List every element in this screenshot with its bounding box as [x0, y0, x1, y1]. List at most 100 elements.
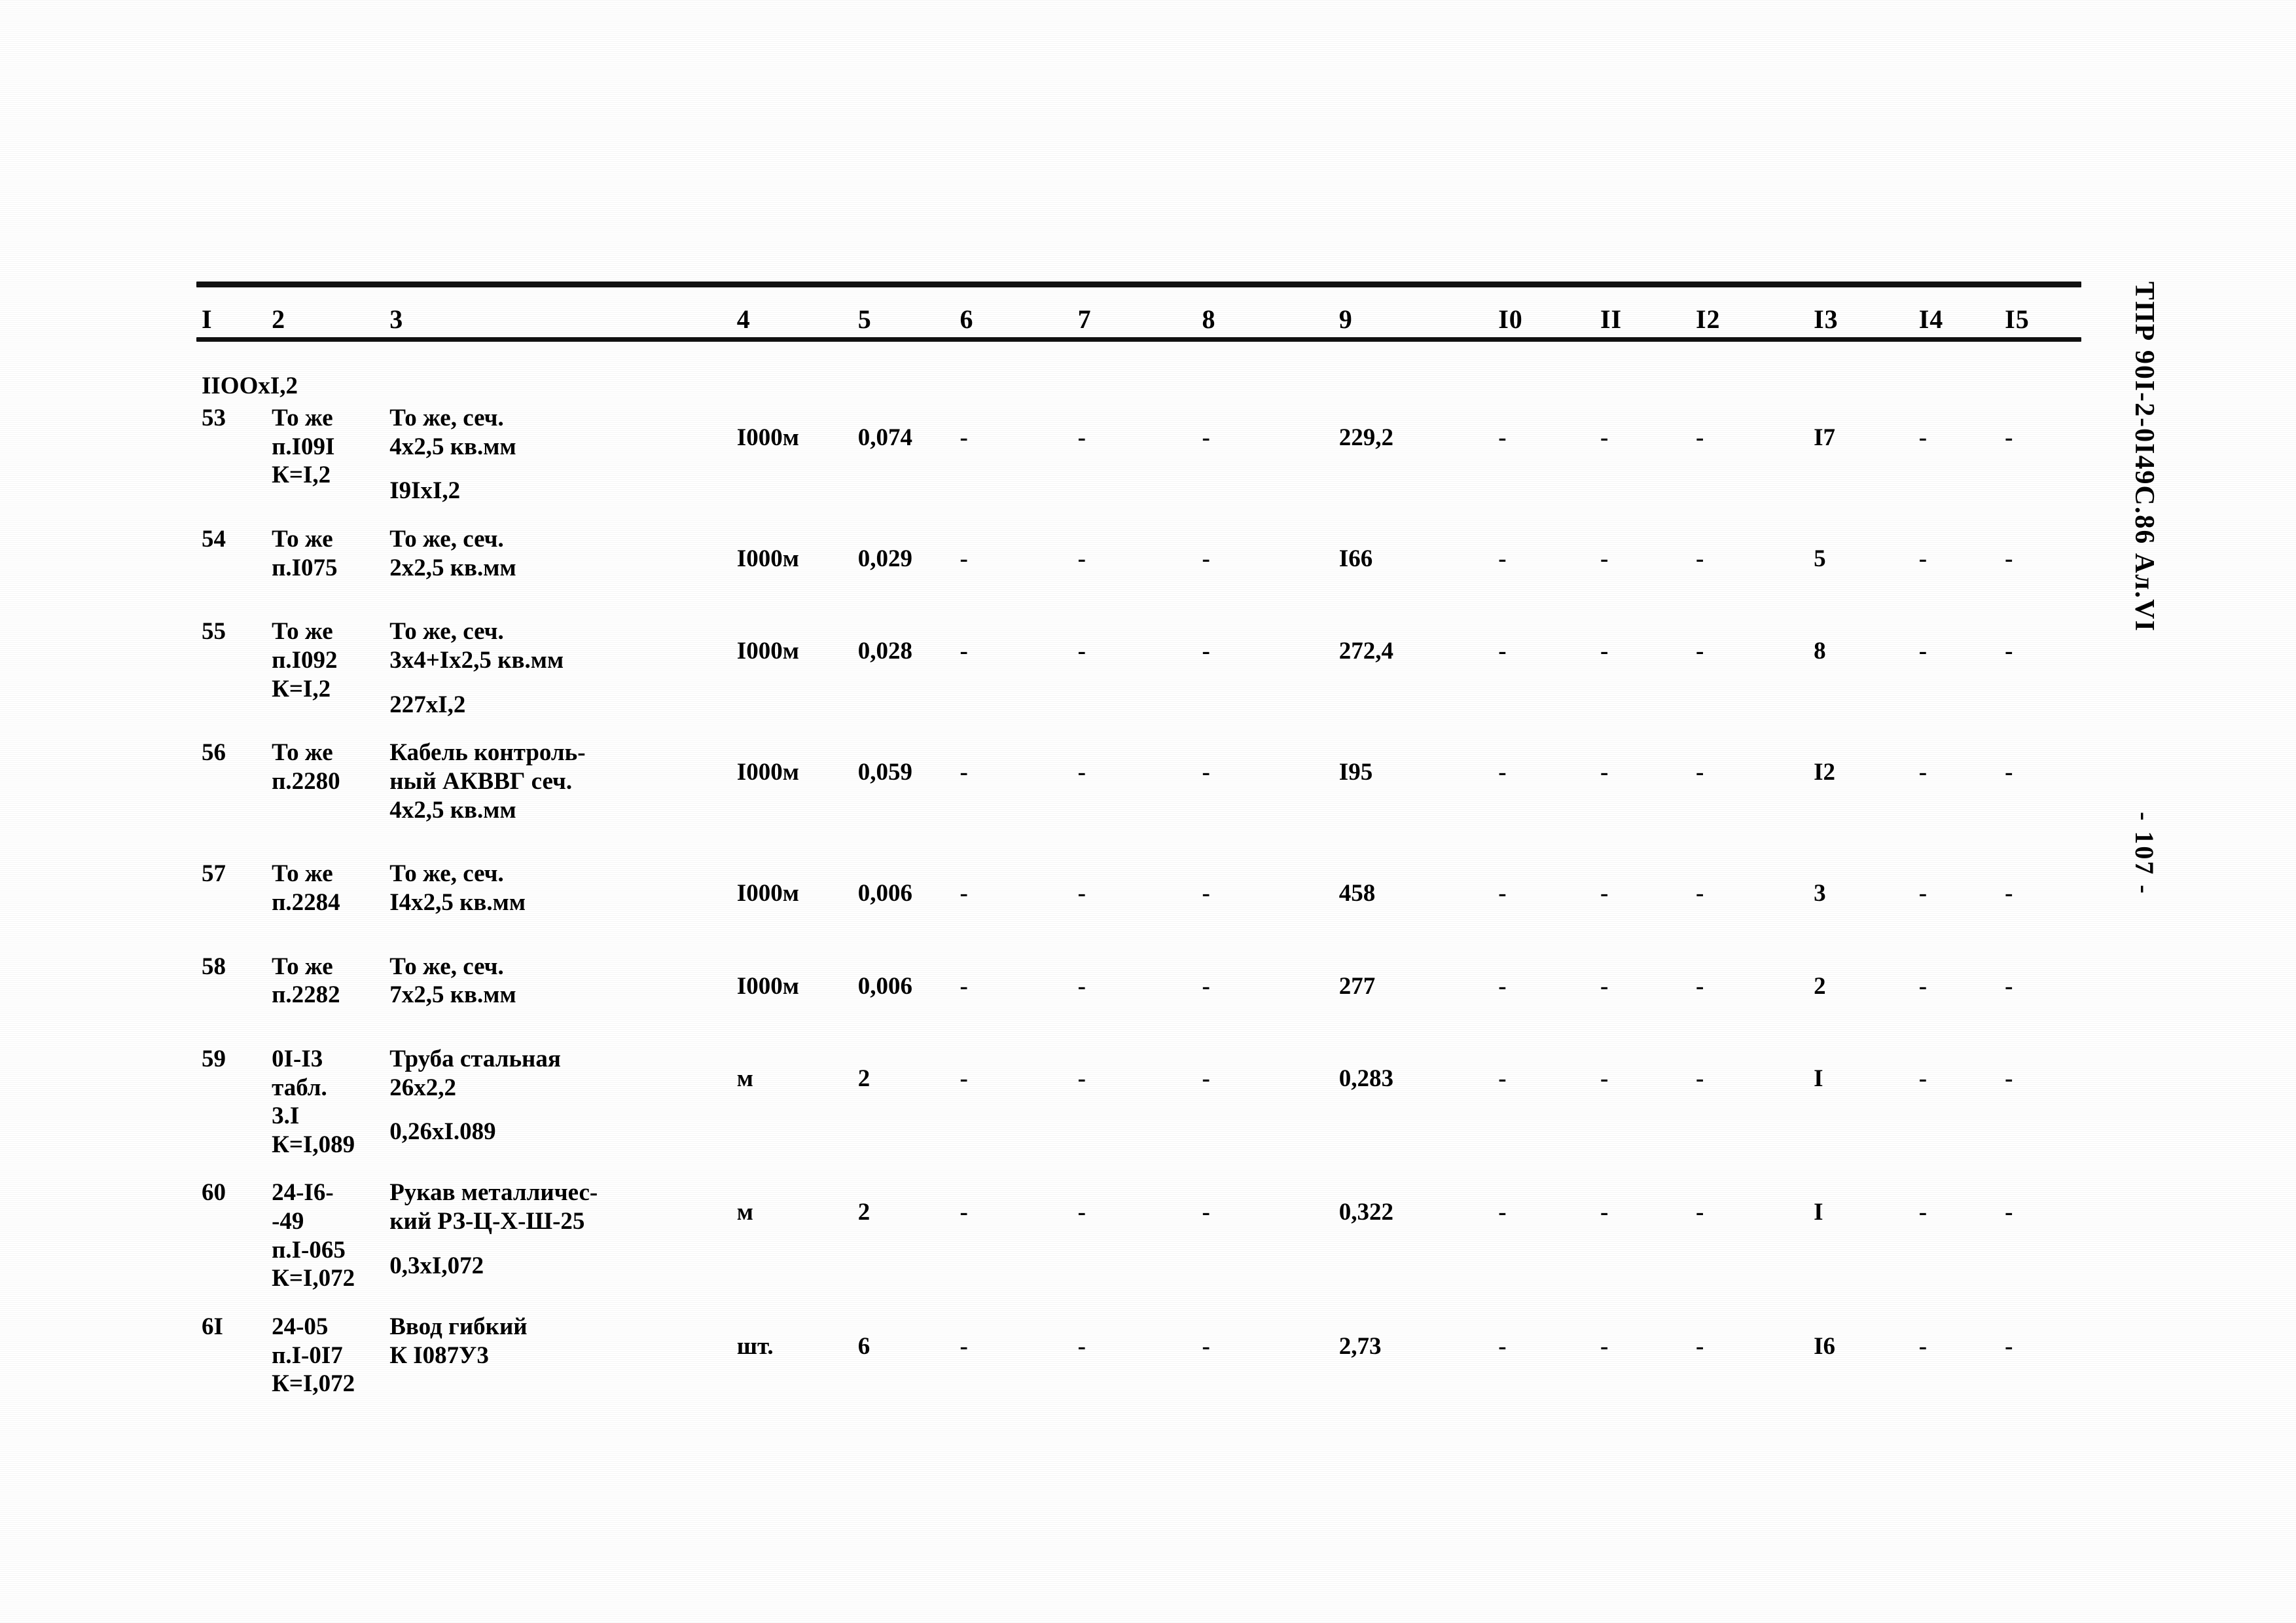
row-value-14: -	[1918, 880, 1928, 907]
row-value-14: -	[1918, 545, 1928, 572]
row-value-6: -	[960, 424, 968, 451]
row-value-8: -	[1202, 1333, 1210, 1360]
column-header-7: 7	[1077, 304, 1092, 334]
row-justification: 24-05 п.I-0I7 К=I,072	[272, 1313, 355, 1398]
row-description: То же, сеч. 3х4+Iх2,5 кв.мм 227хI,2	[389, 617, 737, 719]
row-justification: То же п.I092 К=I,2	[272, 618, 338, 702]
row-value-9: I95	[1338, 759, 1373, 786]
row-value-14: -	[1918, 638, 1928, 665]
row-value-5: 6	[857, 1333, 870, 1360]
row-unit: I000м	[736, 880, 799, 907]
row-description-main: Кабель контроль- ный АКВВГ сеч. 4х2,5 кв…	[389, 739, 586, 824]
column-header-5: 5	[857, 304, 872, 334]
row-value-10: -	[1498, 880, 1507, 907]
row-value-15: -	[2005, 545, 2013, 572]
table-row: 59 0I-I3 табл. 3.I К=I,089 Труба стальна…	[196, 1045, 2081, 1159]
column-header-2: 2	[272, 304, 286, 334]
row-index: 59	[202, 1045, 226, 1072]
row-value-11: -	[1600, 545, 1609, 572]
row-description-main: Рукав металличес- кий РЗ-Ц-Х-Ш-25	[389, 1179, 598, 1235]
row-value-7: -	[1077, 759, 1086, 786]
row-value-9: 229,2	[1338, 424, 1394, 451]
row-value-11: -	[1600, 880, 1609, 907]
row-value-14: -	[1918, 1199, 1928, 1226]
row-value-12: -	[1695, 1065, 1704, 1092]
column-header-9: 9	[1338, 304, 1353, 334]
table-row: 53 То же п.I09I К=I,2 То же, сеч. 4х2,5 …	[196, 404, 2081, 505]
row-description: То же, сеч. 2х2,5 кв.мм	[389, 525, 737, 598]
row-value-8: -	[1202, 638, 1210, 665]
row-value-13: I6	[1814, 1333, 1835, 1360]
row-value-15: -	[2005, 880, 2013, 907]
row-value-12: -	[1695, 424, 1704, 451]
row-value-7: -	[1077, 1199, 1086, 1226]
row-description-sub: 227хI,2	[389, 691, 466, 718]
row-description-sub: 0,26хI.089	[389, 1118, 496, 1146]
row-value-8: -	[1202, 545, 1210, 572]
continued-fragment-text: IIООхI,2	[202, 373, 298, 399]
row-unit: I000м	[736, 759, 799, 786]
row-value-7: -	[1077, 424, 1086, 451]
row-unit: I000м	[736, 424, 799, 451]
row-description-main: То же, сеч. 3х4+Iх2,5 кв.мм	[389, 618, 564, 674]
row-value-13: I	[1814, 1065, 1823, 1092]
row-description: То же, сеч. 4х2,5 кв.мм I9IхI,2	[389, 404, 737, 505]
row-value-10: -	[1498, 1199, 1507, 1226]
row-description-main: То же, сеч. I4х2,5 кв.мм	[389, 860, 526, 916]
row-value-12: -	[1695, 1333, 1704, 1360]
row-value-7: -	[1077, 1333, 1086, 1360]
row-value-9: 272,4	[1338, 638, 1394, 665]
row-value-9: 2,73	[1338, 1333, 1382, 1360]
row-value-5: 2	[857, 1199, 870, 1226]
row-value-8: -	[1202, 424, 1210, 451]
row-value-8: -	[1202, 972, 1210, 1000]
row-description: Рукав металличес- кий РЗ-Ц-Х-Ш-25 0,3хI,0…	[389, 1178, 737, 1280]
row-description-main: То же, сеч. 2х2,5 кв.мм	[389, 525, 516, 581]
column-header-13: I3	[1814, 304, 1839, 334]
column-header-14: I4	[1918, 304, 1944, 334]
row-value-10: -	[1498, 972, 1507, 1000]
row-value-13: 2	[1814, 972, 1826, 1000]
row-value-6: -	[960, 545, 968, 572]
row-unit: I000м	[736, 638, 799, 665]
row-value-12: -	[1695, 1199, 1704, 1226]
row-value-6: -	[960, 972, 968, 1000]
row-justification: То же п.I075	[272, 525, 338, 581]
row-value-6: -	[960, 880, 968, 907]
row-value-6: -	[960, 759, 968, 786]
row-value-15: -	[2005, 1333, 2013, 1360]
row-value-5: 0,006	[857, 972, 913, 1000]
row-value-10: -	[1498, 759, 1507, 786]
row-value-6: -	[960, 638, 968, 665]
row-value-10: -	[1498, 638, 1507, 665]
row-value-9: 458	[1338, 880, 1376, 907]
row-value-15: -	[2005, 1199, 2013, 1226]
table-row: 56 То же п.2280 Кабель контроль- ный АКВ…	[196, 739, 2081, 840]
continued-row-fragment: IIООхI,2	[196, 359, 2081, 404]
row-justification: 24-I6- -49 п.I-065 К=I,072	[272, 1179, 355, 1292]
row-index: 54	[202, 525, 226, 553]
row-value-5: 0,074	[857, 424, 913, 451]
row-value-15: -	[2005, 638, 2013, 665]
row-value-7: -	[1077, 972, 1086, 1000]
column-header-6: 6	[960, 304, 974, 334]
page-number: - 107 -	[2130, 812, 2159, 896]
row-value-8: -	[1202, 1065, 1210, 1092]
row-value-8: -	[1202, 759, 1210, 786]
row-value-13: 3	[1814, 880, 1826, 907]
table-header-row: I 2 3 4 5 6 7 8 9 I0 II I2 I3 I4 I5	[196, 287, 2081, 337]
row-index: 57	[202, 860, 226, 888]
row-value-13: 8	[1814, 638, 1826, 665]
row-value-5: 0,028	[857, 638, 913, 665]
row-value-11: -	[1600, 1065, 1609, 1092]
row-value-13: I7	[1814, 424, 1835, 451]
table-row: 57 То же п.2284 То же, сеч. I4х2,5 кв.мм…	[196, 860, 2081, 932]
row-description-main: Труба стальная 26х2,2	[389, 1045, 561, 1101]
column-header-1: I	[202, 304, 213, 334]
row-value-5: 2	[857, 1065, 870, 1092]
row-justification: 0I-I3 табл. 3.I К=I,089	[272, 1045, 355, 1158]
row-description: Труба стальная 26х2,2 0,26хI.089	[389, 1045, 737, 1146]
row-description: Кабель контроль- ный АКВВГ сеч. 4х2,5 кв…	[389, 739, 737, 840]
row-value-8: -	[1202, 880, 1210, 907]
row-value-13: I2	[1814, 759, 1835, 786]
